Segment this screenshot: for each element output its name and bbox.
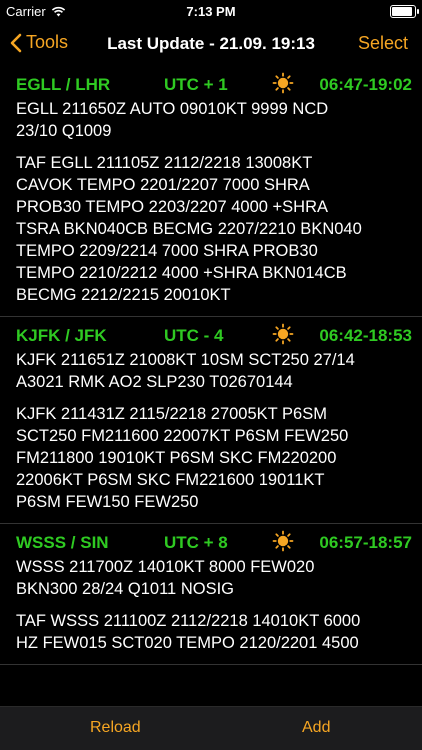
- metar-text: EGLL 211650Z AUTO 09010KT 9999 NCD 23/10…: [16, 100, 329, 140]
- station-header: KJFK / JFK UTC - 4 06:42-18:53: [16, 323, 412, 349]
- daylight-times: 06:42-18:53: [319, 326, 412, 345]
- station-code: WSSS / SIN: [16, 533, 109, 552]
- station-section-egll[interactable]: EGLL / LHR UTC + 1 06:47-19:02 EGLL 2116…: [0, 66, 422, 317]
- station-section-wsss[interactable]: WSSS / SIN UTC + 8 06:57-18:57 WSSS 2117…: [0, 524, 422, 665]
- taf-text: TAF WSSS 211100Z 2112/2218 14010KT 6000 …: [16, 612, 361, 652]
- metar-text: KJFK 211651Z 21008KT 10SM SCT250 27/14 A…: [16, 351, 355, 391]
- sun-icon: [272, 530, 294, 552]
- navigation-bar: Tools Last Update - 21.09. 19:13 Select: [0, 24, 422, 66]
- battery-icon: [390, 5, 419, 18]
- station-header: WSSS / SIN UTC + 8 06:57-18:57: [16, 530, 412, 556]
- taf-text: TAF EGLL 211105Z 2112/2218 13008KT CAVOK…: [16, 154, 362, 304]
- status-bar: Carrier 7:13 PM: [0, 0, 422, 24]
- station-code: KJFK / JFK: [16, 326, 107, 345]
- reload-button[interactable]: Reload: [90, 719, 141, 737]
- bottom-toolbar: Reload Add: [0, 706, 422, 750]
- back-label: Tools: [26, 32, 69, 52]
- sun-icon: [272, 72, 294, 94]
- utc-offset: UTC + 1: [164, 75, 228, 94]
- station-section-kjfk[interactable]: KJFK / JFK UTC - 4 06:42-18:53 KJFK 2116…: [0, 317, 422, 524]
- chevron-left-icon: [10, 33, 22, 52]
- battery-level: [392, 7, 412, 16]
- back-button[interactable]: Tools: [10, 32, 68, 53]
- utc-offset: UTC - 4: [164, 326, 224, 345]
- taf-text: KJFK 211431Z 2115/2218 27005KT P6SM SCT2…: [16, 405, 349, 511]
- daylight-times: 06:57-18:57: [319, 533, 412, 552]
- station-header: EGLL / LHR UTC + 1 06:47-19:02: [16, 72, 412, 98]
- daylight-times: 06:47-19:02: [319, 75, 412, 94]
- sun-icon: [272, 323, 294, 345]
- select-button[interactable]: Select: [358, 33, 408, 54]
- station-list[interactable]: EGLL / LHR UTC + 1 06:47-19:02 EGLL 2116…: [0, 66, 422, 706]
- station-code: EGLL / LHR: [16, 75, 111, 94]
- status-time: 7:13 PM: [186, 4, 236, 19]
- utc-offset: UTC + 8: [164, 533, 228, 552]
- metar-text: WSSS 211700Z 14010KT 8000 FEW020 BKN300 …: [16, 558, 315, 598]
- add-button[interactable]: Add: [302, 719, 330, 737]
